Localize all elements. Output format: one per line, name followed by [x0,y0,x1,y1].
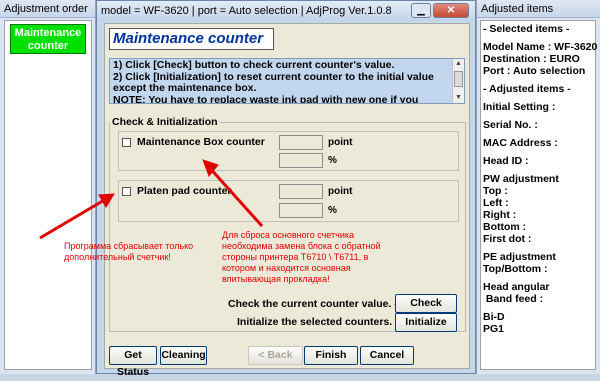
annotation-arrows [39,159,264,240]
arrow-to-platen-pad [39,197,107,240]
arrow-to-maintenance-box [206,164,264,228]
